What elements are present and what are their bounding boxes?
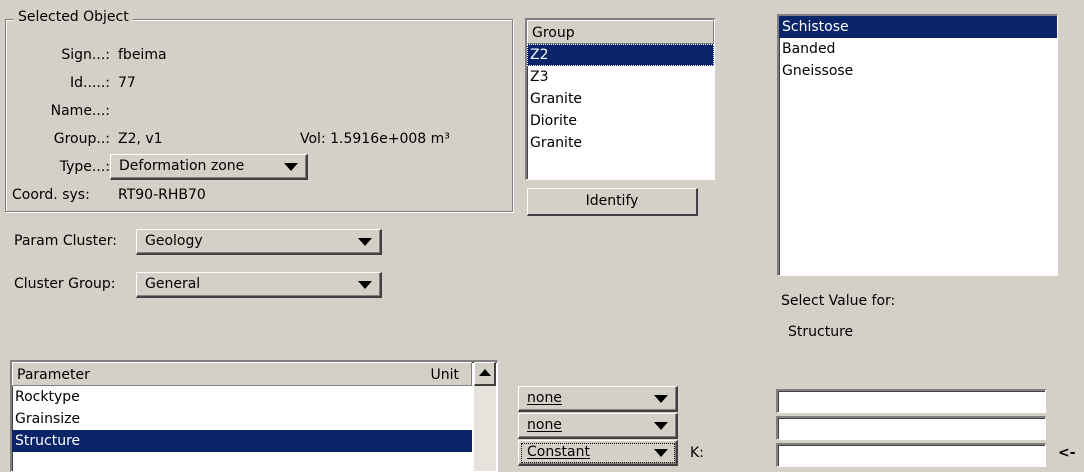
list-item[interactable]: Banded bbox=[779, 38, 1057, 60]
select-value-label: Select Value for: bbox=[781, 293, 896, 309]
chevron-down-icon bbox=[654, 449, 668, 457]
id-label: Id.....: bbox=[70, 75, 110, 91]
type-dropdown-value: Deformation zone bbox=[119, 158, 245, 174]
structure-value-input[interactable] bbox=[776, 443, 1046, 467]
row-rocktype-value: none bbox=[527, 390, 562, 406]
chevron-down-icon bbox=[358, 281, 372, 289]
list-item[interactable]: Schistose bbox=[779, 16, 1057, 38]
unit-column-header[interactable]: Unit bbox=[431, 363, 460, 387]
row-grainsize-dropdown[interactable]: none bbox=[518, 413, 678, 439]
chevron-down-icon bbox=[654, 395, 668, 403]
group-label: Group..: bbox=[53, 131, 110, 147]
row-rocktype-dropdown[interactable]: none bbox=[518, 386, 678, 412]
type-label: Type...: bbox=[59, 159, 110, 175]
param-cluster-label: Param Cluster: bbox=[14, 233, 117, 249]
table-row[interactable]: Structure bbox=[12, 430, 472, 452]
coord-sys-label: Coord. sys: bbox=[12, 187, 90, 203]
selected-object-legend: Selected Object bbox=[14, 9, 133, 25]
chevron-down-icon bbox=[358, 238, 372, 246]
parameter-table[interactable]: Parameter Unit Rocktype Grainsize Struct… bbox=[10, 360, 498, 472]
arrow-up-icon bbox=[479, 369, 491, 376]
grainsize-value-input[interactable] bbox=[776, 416, 1046, 440]
parameter-column-header[interactable]: Parameter bbox=[17, 367, 90, 383]
table-row[interactable]: Grainsize bbox=[12, 408, 472, 430]
id-value: 77 bbox=[118, 75, 136, 91]
value-listbox[interactable]: Schistose Banded Gneissose bbox=[777, 14, 1058, 276]
chevron-down-icon bbox=[284, 163, 298, 171]
param-cluster-value: Geology bbox=[145, 233, 203, 249]
cluster-group-dropdown[interactable]: General bbox=[136, 272, 382, 298]
scroll-up-button[interactable] bbox=[474, 362, 496, 386]
scrollbar-track[interactable] bbox=[474, 386, 496, 471]
rocktype-value-input[interactable] bbox=[776, 389, 1046, 413]
sign-value: fbeima bbox=[118, 47, 167, 63]
identify-button[interactable]: Identify bbox=[527, 188, 698, 216]
param-cluster-dropdown[interactable]: Geology bbox=[136, 229, 382, 255]
list-item[interactable]: Gneissose bbox=[779, 60, 1057, 82]
cluster-group-value: General bbox=[145, 276, 201, 292]
row-grainsize-value: none bbox=[527, 417, 562, 433]
k-label: K: bbox=[690, 445, 704, 461]
row-structure-value: Constant bbox=[527, 444, 590, 460]
group-listbox[interactable]: Group Z2 Z3 Granite Diorite Granite bbox=[525, 18, 715, 180]
sign-label: Sign...: bbox=[61, 47, 110, 63]
chevron-down-icon bbox=[654, 422, 668, 430]
table-row[interactable]: Rocktype bbox=[12, 386, 472, 408]
list-item[interactable]: Granite bbox=[527, 88, 714, 110]
parameter-table-header: Parameter Unit bbox=[12, 362, 472, 386]
list-item[interactable]: Z2 bbox=[527, 44, 714, 66]
name-label: Name...: bbox=[50, 103, 110, 119]
list-item[interactable]: Diorite bbox=[527, 110, 714, 132]
list-item[interactable]: Z3 bbox=[527, 66, 714, 88]
apply-arrow-label[interactable]: <- bbox=[1058, 445, 1076, 461]
cluster-group-label: Cluster Group: bbox=[14, 276, 116, 292]
select-value-param: Structure bbox=[788, 324, 854, 340]
list-item[interactable]: Granite bbox=[527, 132, 714, 154]
group-list-header[interactable]: Group bbox=[527, 20, 714, 44]
row-structure-dropdown[interactable]: Constant bbox=[518, 440, 678, 466]
type-dropdown[interactable]: Deformation zone bbox=[110, 154, 308, 180]
volume-value: Vol: 1.5916e+008 m³ bbox=[300, 131, 450, 147]
group-value: Z2, v1 bbox=[118, 131, 163, 147]
coord-sys-value: RT90-RHB70 bbox=[118, 187, 206, 203]
